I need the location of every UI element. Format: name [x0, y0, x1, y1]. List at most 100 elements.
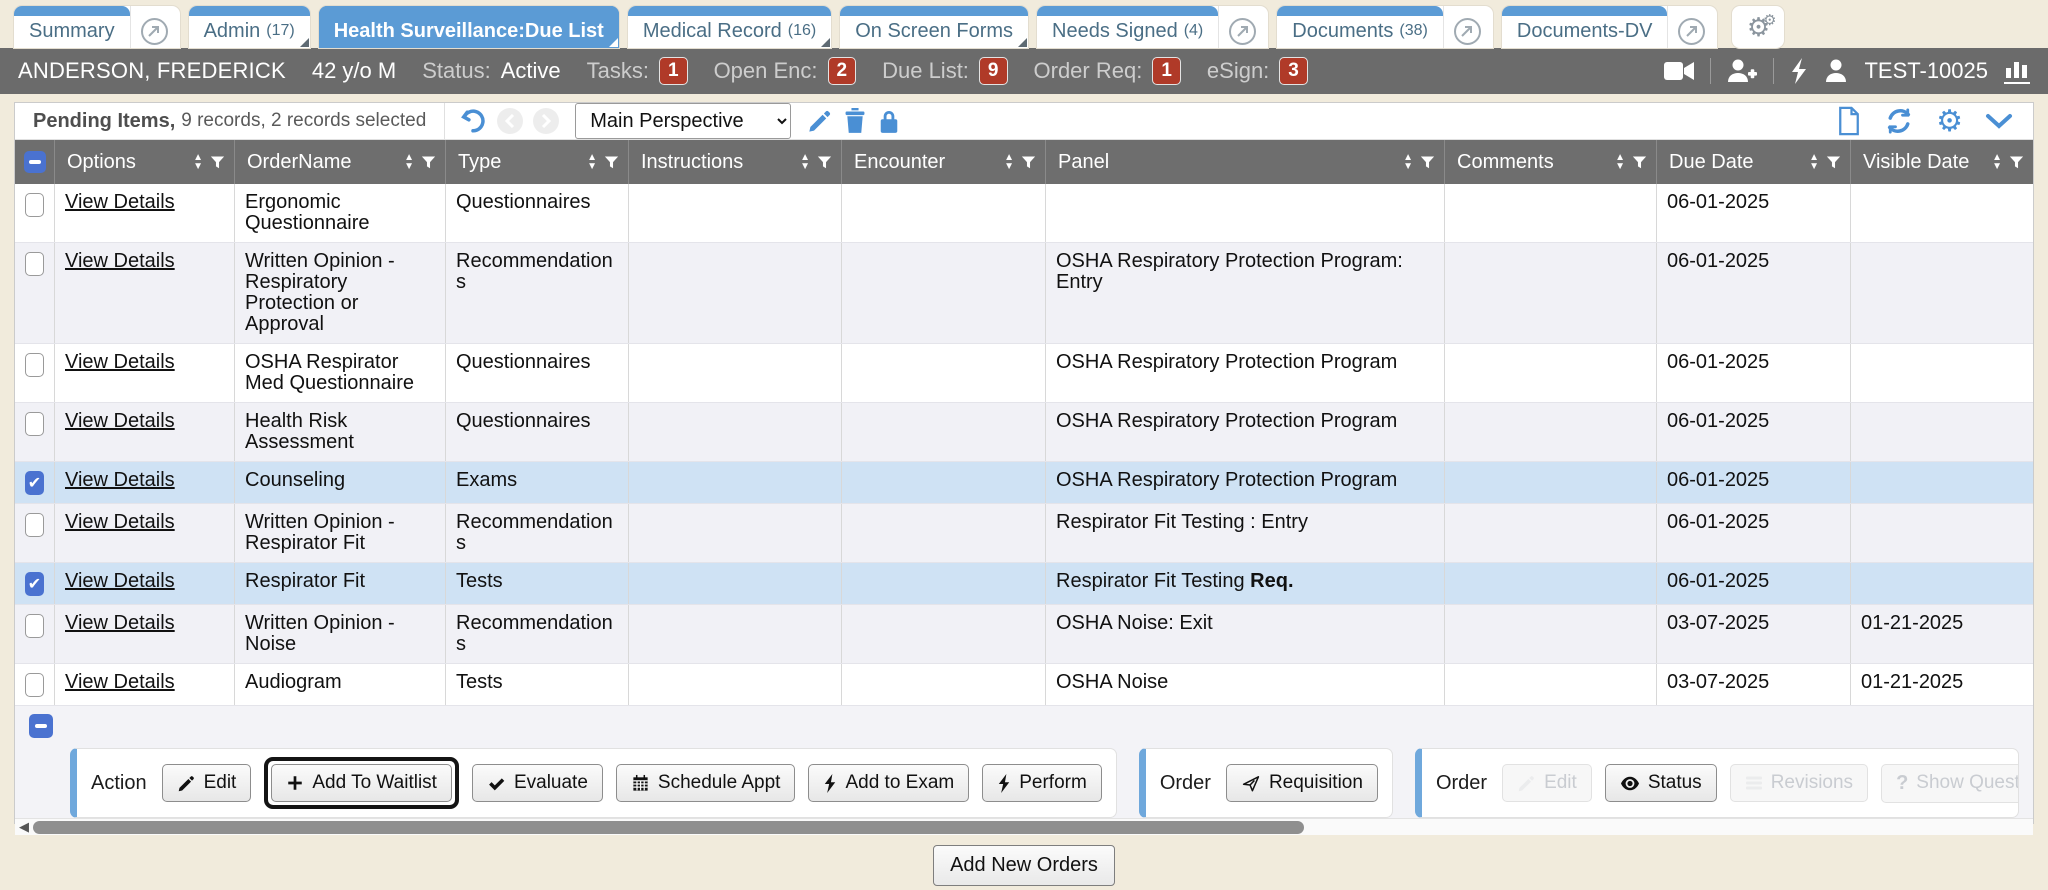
counter-badge[interactable]: 1 — [659, 57, 688, 85]
filter-funnel-icon[interactable] — [1825, 154, 1842, 171]
counter-badge[interactable]: 2 — [828, 57, 857, 85]
view-details-link[interactable]: View Details — [65, 250, 175, 272]
person-icon[interactable] — [1824, 59, 1848, 83]
column-header-order_name[interactable]: OrderName▲▼ — [235, 140, 446, 184]
status-button[interactable]: Status — [1605, 764, 1717, 802]
undo-icon[interactable] — [459, 107, 487, 135]
sort-icon[interactable]: ▲▼ — [1004, 153, 1014, 171]
column-header-comments[interactable]: Comments▲▼ — [1445, 140, 1657, 184]
column-header-options[interactable]: Options▲▼ — [55, 140, 235, 184]
filter-funnel-icon[interactable] — [2008, 154, 2025, 171]
view-details-link[interactable]: View Details — [65, 351, 175, 373]
popout-icon[interactable] — [1218, 6, 1268, 48]
cell-due_date: 06-01-2025 — [1657, 563, 1851, 604]
view-details-link[interactable]: View Details — [65, 511, 175, 533]
row-checkbox[interactable] — [25, 673, 44, 697]
column-header-instructions[interactable]: Instructions▲▼ — [629, 140, 842, 184]
counter-badge[interactable]: 3 — [1279, 57, 1308, 85]
add-new-orders-button[interactable]: Add New Orders — [933, 845, 1115, 886]
column-header-type[interactable]: Type▲▼ — [446, 140, 629, 184]
nav-left-icon[interactable] — [497, 108, 523, 134]
row-checkbox[interactable] — [25, 412, 44, 436]
scrollbar-thumb[interactable] — [33, 821, 1304, 834]
pencil-icon — [1517, 774, 1536, 793]
nav-right-icon[interactable] — [533, 108, 559, 134]
tab-medical-record[interactable]: Medical Record(16) — [628, 6, 831, 48]
column-header-visible_date[interactable]: Visible Date▲▼ — [1851, 140, 2033, 184]
select-all-header[interactable] — [15, 140, 55, 184]
sort-icon[interactable]: ▲▼ — [800, 153, 810, 171]
view-details-link[interactable]: View Details — [65, 612, 175, 634]
tab-admin[interactable]: Admin(17) — [189, 6, 310, 48]
filter-funnel-icon[interactable] — [209, 154, 226, 171]
perspective-select[interactable]: Main Perspective — [575, 103, 791, 139]
filter-funnel-icon[interactable] — [1020, 154, 1037, 171]
column-label: Comments — [1457, 151, 1611, 174]
sort-icon[interactable]: ▲▼ — [1615, 153, 1625, 171]
row-checkbox[interactable] — [25, 353, 44, 377]
header-select-checkbox[interactable] — [24, 151, 46, 173]
sort-icon[interactable]: ▲▼ — [1809, 153, 1819, 171]
tab-documents-dv[interactable]: Documents-DV — [1502, 6, 1718, 48]
row-checkbox[interactable] — [25, 614, 44, 638]
view-details-link[interactable]: View Details — [65, 570, 175, 592]
select-all-checkbox[interactable] — [29, 714, 53, 738]
sort-icon[interactable]: ▲▼ — [1403, 153, 1413, 171]
sort-icon[interactable]: ▲▼ — [193, 153, 203, 171]
column-header-due_date[interactable]: Due Date▲▼ — [1657, 140, 1851, 184]
trash-icon[interactable] — [843, 108, 867, 134]
tab-on-screen-forms[interactable]: On Screen Forms — [840, 6, 1028, 48]
lightning-icon[interactable] — [1790, 58, 1808, 84]
sort-icon[interactable]: ▲▼ — [587, 153, 597, 171]
tab-summary[interactable]: Summary — [14, 6, 180, 48]
filter-funnel-icon[interactable] — [420, 154, 437, 171]
edit-button[interactable]: Edit — [162, 764, 252, 802]
filter-funnel-icon[interactable] — [1419, 154, 1436, 171]
row-checkbox[interactable] — [25, 252, 44, 276]
filter-funnel-icon[interactable] — [1631, 154, 1648, 171]
add-to-waitlist-button[interactable]: Add To Waitlist — [271, 764, 452, 802]
row-checkbox[interactable] — [25, 513, 44, 537]
filter-funnel-icon[interactable] — [603, 154, 620, 171]
tab-health-surveillance-due-list[interactable]: Health Surveillance:Due List — [319, 6, 619, 48]
refresh-icon[interactable] — [1884, 107, 1914, 135]
row-checkbox[interactable]: ✔ — [25, 471, 44, 495]
sort-icon[interactable]: ▲▼ — [1992, 153, 2002, 171]
counter-badge[interactable]: 9 — [979, 57, 1008, 85]
view-details-link[interactable]: View Details — [65, 671, 175, 693]
chevron-down-icon[interactable] — [1985, 112, 2013, 130]
new-document-icon[interactable] — [1836, 106, 1862, 136]
gear-icon[interactable]: ⚙ — [1936, 104, 1963, 139]
evaluate-button[interactable]: Evaluate — [472, 764, 603, 802]
view-details-link[interactable]: View Details — [65, 469, 175, 491]
bar-chart-icon[interactable] — [2004, 58, 2030, 84]
requisition-button[interactable]: Requisition — [1226, 764, 1378, 802]
pencil-icon[interactable] — [807, 108, 833, 134]
counter-badge[interactable]: 1 — [1152, 57, 1181, 85]
perform-button[interactable]: Perform — [982, 764, 1102, 802]
tab-needs-signed[interactable]: Needs Signed(4) — [1037, 6, 1268, 48]
column-header-encounter[interactable]: Encounter▲▼ — [842, 140, 1046, 184]
cell-panel: OSHA Respiratory Protection Program — [1046, 344, 1445, 402]
horizontal-scrollbar[interactable]: ◀ — [15, 818, 2033, 835]
column-header-panel[interactable]: Panel▲▼ — [1046, 140, 1445, 184]
tab-settings-gears-icon[interactable]: ⚙⚙ — [1732, 6, 1784, 48]
popout-icon[interactable] — [1443, 6, 1493, 48]
tab-documents[interactable]: Documents(38) — [1277, 6, 1493, 48]
view-details-link[interactable]: View Details — [65, 191, 175, 213]
row-checkbox[interactable] — [25, 193, 44, 217]
cell-comments — [1445, 462, 1657, 503]
video-camera-icon[interactable] — [1664, 60, 1694, 82]
row-checkbox[interactable]: ✔ — [25, 572, 44, 596]
view-details-link[interactable]: View Details — [65, 410, 175, 432]
action-group-order-2: OrderEditStatusRevisions?Show Question — [1415, 748, 2019, 818]
person-add-icon[interactable] — [1727, 59, 1757, 83]
filter-funnel-icon[interactable] — [816, 154, 833, 171]
lock-icon[interactable] — [877, 108, 901, 134]
schedule-appt-button[interactable]: Schedule Appt — [616, 764, 796, 802]
scroll-left-arrow[interactable]: ◀ — [15, 819, 33, 835]
popout-icon[interactable] — [1667, 6, 1717, 48]
popout-icon[interactable] — [130, 6, 180, 48]
sort-icon[interactable]: ▲▼ — [404, 153, 414, 171]
add-to-exam-button[interactable]: Add to Exam — [808, 764, 969, 802]
